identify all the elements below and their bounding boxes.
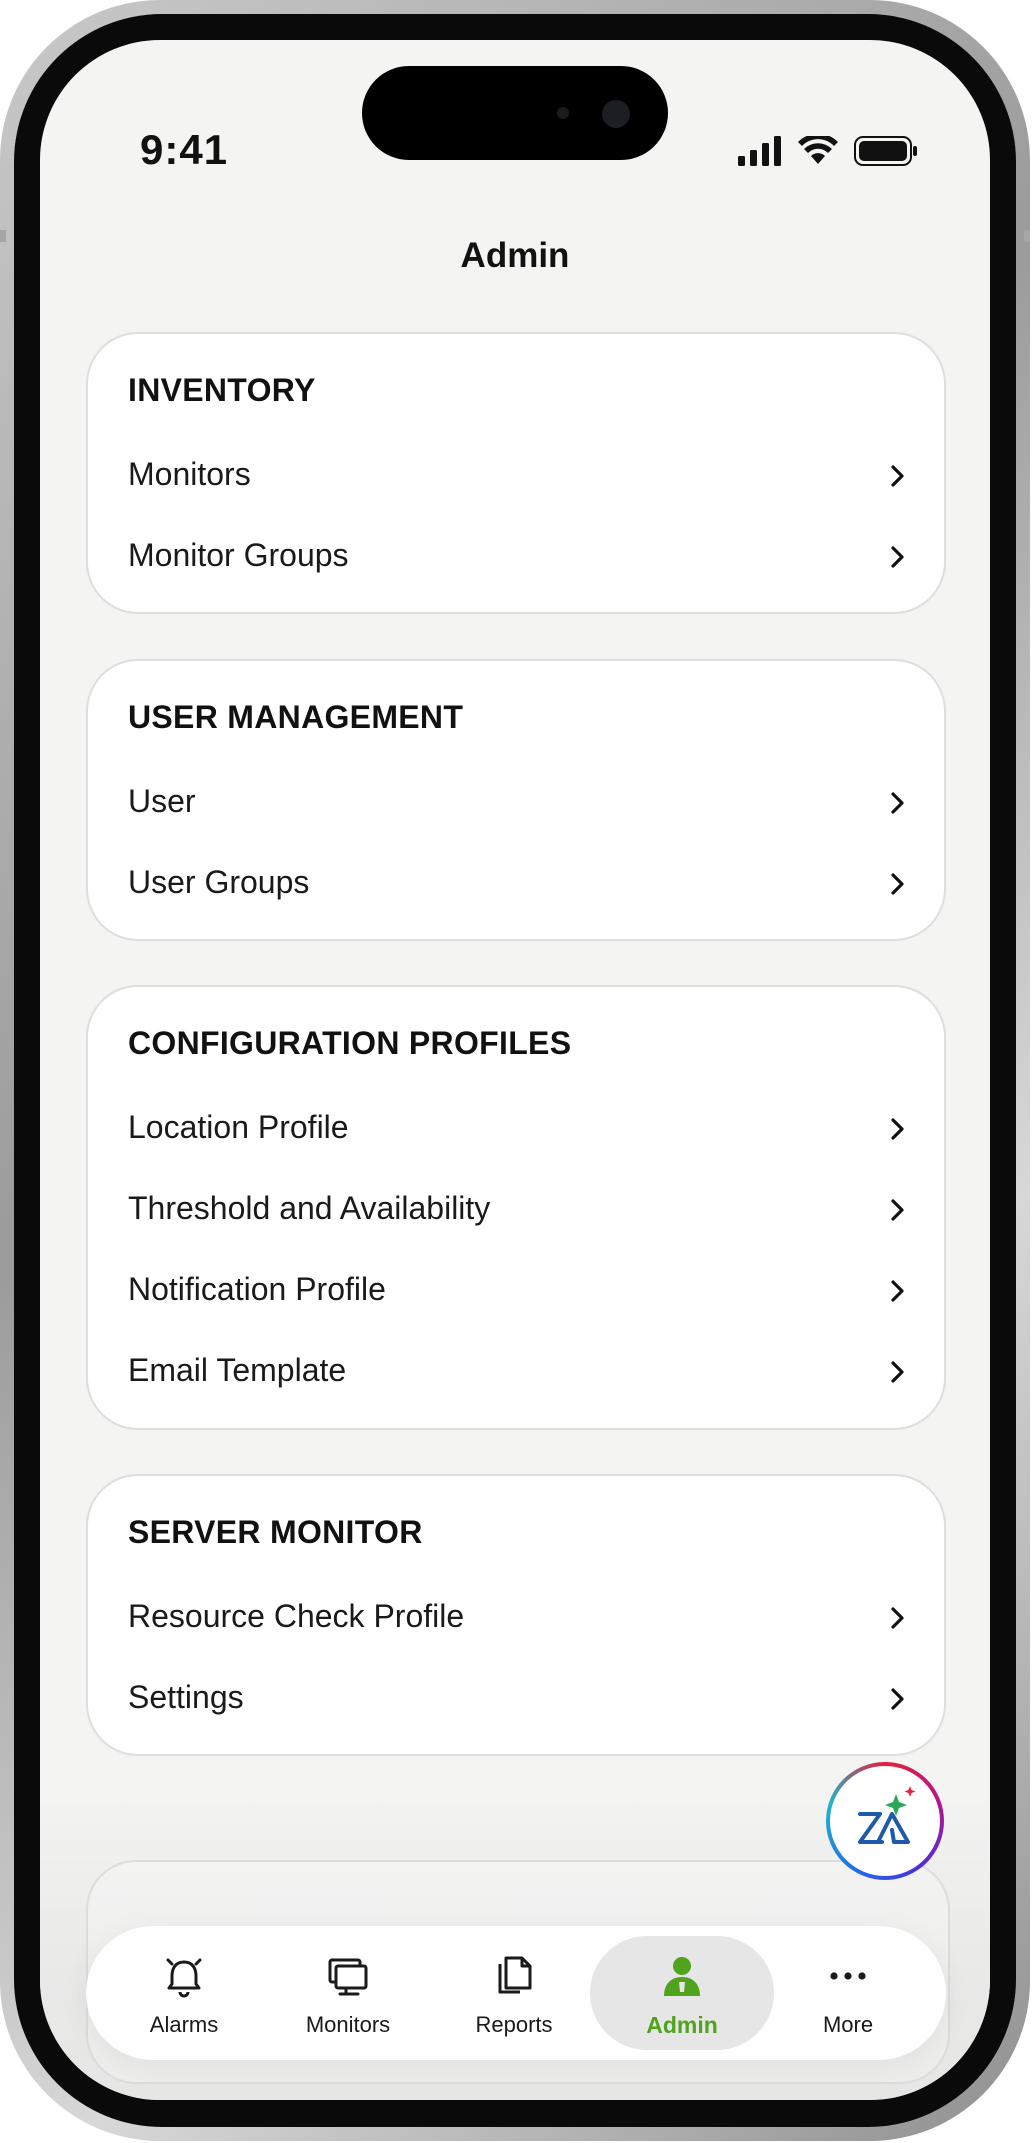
page-title: Admin <box>460 236 570 275</box>
row-location-profile[interactable]: Location Profile <box>88 1093 946 1165</box>
section-user-management: USER MANAGEMENT User User Groups <box>86 659 946 941</box>
monitor-icon <box>328 1958 368 1996</box>
chevron-right-icon <box>891 1118 904 1140</box>
section-header: CONFIGURATION PROFILES <box>128 1025 572 1061</box>
row-label: Settings <box>128 1679 244 1715</box>
row-label: Location Profile <box>128 1109 349 1145</box>
chevron-right-icon <box>891 792 904 814</box>
section-header: INVENTORY <box>128 372 316 408</box>
tab-reports[interactable]: Reports <box>432 1936 596 2050</box>
row-email-template[interactable]: Email Template <box>88 1336 946 1408</box>
ai-assistant-icon <box>858 1786 916 1844</box>
reports-icon <box>498 1956 532 1994</box>
screen: 9:41 Admin INVENTORY Monitors Monitor Gr… <box>40 40 990 2100</box>
ai-assistant-button[interactable] <box>826 1762 944 1880</box>
tab-label: Admin <box>646 2012 718 2038</box>
status-time: 9:41 <box>140 126 229 173</box>
chevron-right-icon <box>891 1361 904 1383</box>
tab-admin[interactable]: Admin <box>590 1936 774 2050</box>
status-bar: 9:41 <box>40 40 990 190</box>
row-user-groups[interactable]: User Groups <box>88 848 946 920</box>
chevron-right-icon <box>891 873 904 895</box>
bell-icon <box>166 1958 202 1998</box>
row-settings[interactable]: Settings <box>88 1663 946 1735</box>
row-threshold-availability[interactable]: Threshold and Availability <box>88 1174 946 1246</box>
tab-bar: Alarms Monitors Reports Admin More <box>86 1926 946 2060</box>
row-user[interactable]: User <box>88 767 946 839</box>
wifi-icon <box>798 136 838 164</box>
section-inventory: INVENTORY Monitors Monitor Groups <box>86 332 946 614</box>
section-server-monitor: SERVER MONITOR Resource Check Profile Se… <box>86 1474 946 1756</box>
row-label: Threshold and Availability <box>128 1190 491 1226</box>
tab-monitors[interactable]: Monitors <box>266 1936 430 2050</box>
tab-more[interactable]: More <box>766 1936 930 2050</box>
status-icons <box>738 136 918 166</box>
row-monitor-groups[interactable]: Monitor Groups <box>88 521 946 593</box>
chevron-right-icon <box>891 1280 904 1302</box>
tab-label: Monitors <box>305 2012 391 2037</box>
row-resource-check-profile[interactable]: Resource Check Profile <box>88 1582 946 1654</box>
section-configuration-profiles: CONFIGURATION PROFILES Location Profile … <box>86 985 946 1430</box>
tab-alarms[interactable]: Alarms <box>102 1936 266 2050</box>
chevron-right-icon <box>891 1607 904 1629</box>
side-button-left <box>0 230 6 242</box>
chevron-right-icon <box>891 1199 904 1221</box>
chevron-right-icon <box>891 546 904 568</box>
row-label: Notification Profile <box>128 1271 386 1307</box>
row-label: Email Template <box>128 1352 347 1388</box>
row-label: Monitors <box>128 456 251 492</box>
tab-label: Alarms <box>149 2012 219 2037</box>
admin-user-icon <box>664 1957 700 1996</box>
row-label: Monitor Groups <box>128 537 349 573</box>
side-button-right <box>1024 230 1030 242</box>
row-notification-profile[interactable]: Notification Profile <box>88 1255 946 1327</box>
tab-label: More <box>822 2012 874 2037</box>
row-label: User <box>128 783 196 819</box>
battery-icon <box>854 136 917 166</box>
dynamic-island <box>362 66 668 160</box>
row-label: Resource Check Profile <box>128 1598 465 1634</box>
section-header: USER MANAGEMENT <box>128 699 464 735</box>
section-header: SERVER MONITOR <box>128 1514 423 1550</box>
row-monitors[interactable]: Monitors <box>88 440 946 512</box>
chevron-right-icon <box>891 465 904 487</box>
signal-icon <box>738 136 781 166</box>
tab-label: Reports <box>475 2012 553 2037</box>
chevron-right-icon <box>891 1688 904 1710</box>
ellipsis-icon <box>830 1972 866 1980</box>
row-label: User Groups <box>128 864 310 900</box>
